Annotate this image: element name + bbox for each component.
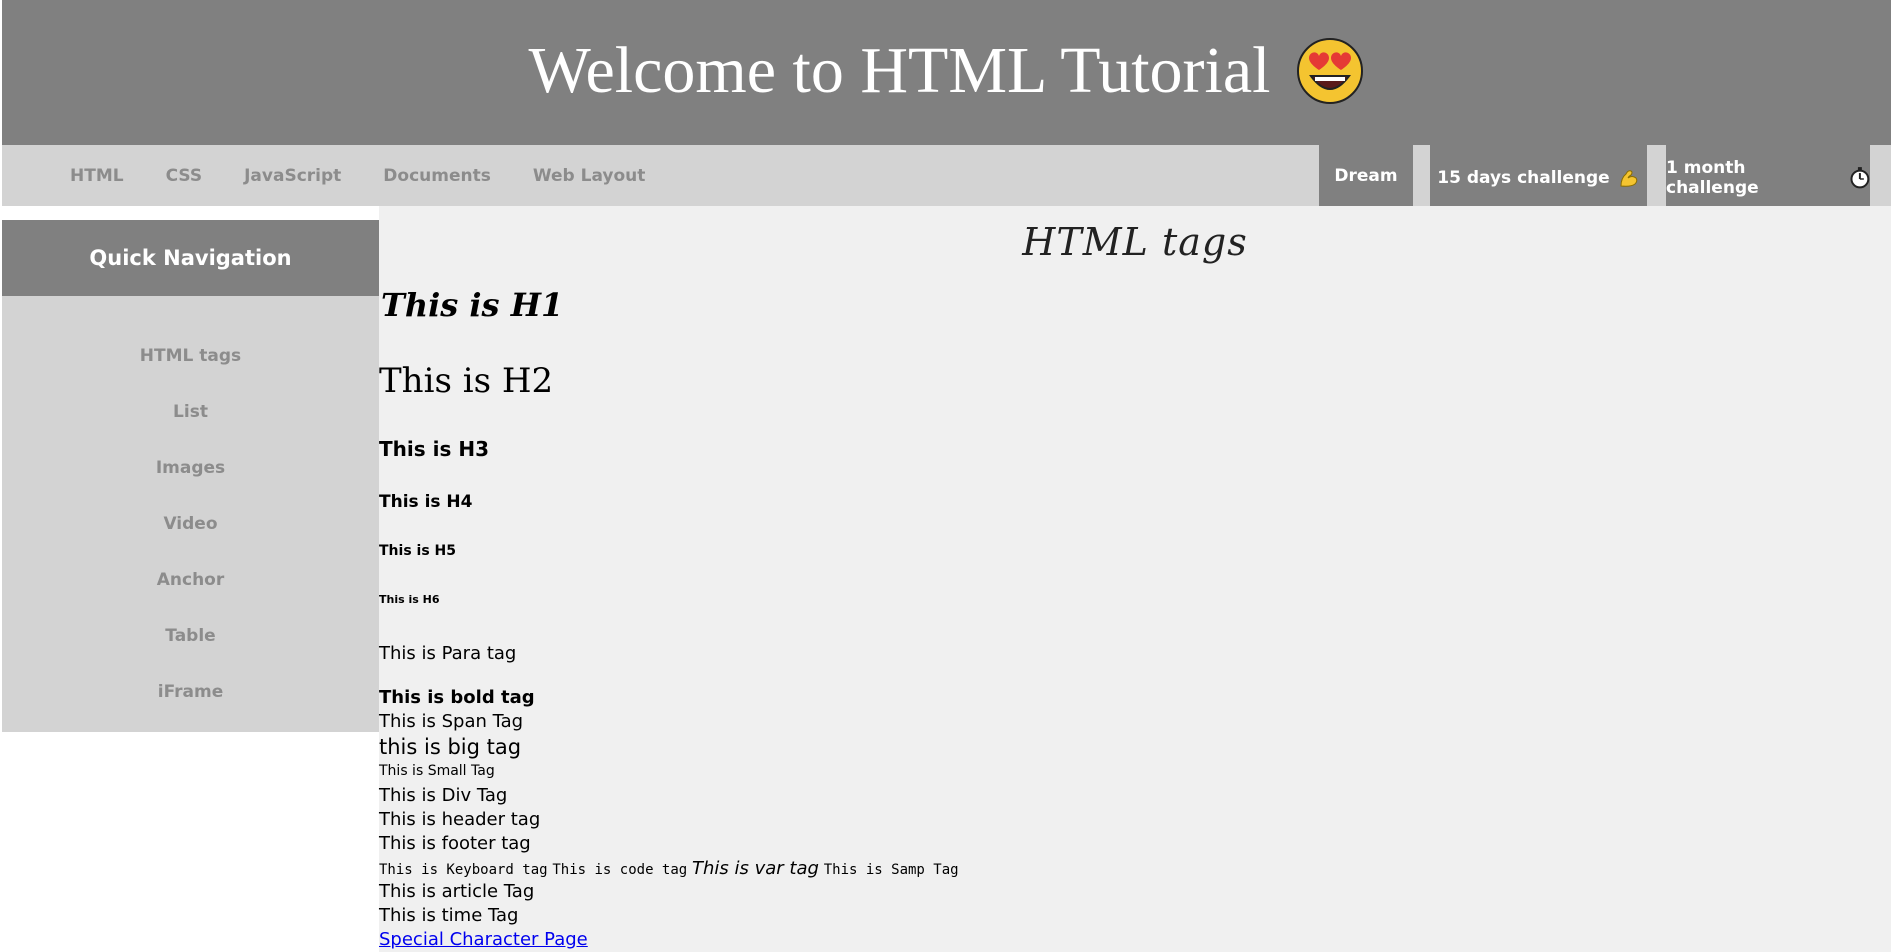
- article-text: This is article Tag: [379, 881, 535, 902]
- dream-button-label: Dream: [1334, 165, 1398, 186]
- div-text: This is Div Tag: [379, 785, 508, 806]
- main-content: HTML tags This is H1 This is H2 This is …: [379, 206, 1891, 952]
- var-text: This is var tag: [692, 858, 819, 879]
- sidebar-item-anchor[interactable]: Anchor: [2, 552, 379, 608]
- page-header: Welcome to HTML Tutorial: [2, 0, 1891, 145]
- nav-link-css[interactable]: CSS: [166, 166, 203, 186]
- section-title: HTML tags: [1022, 220, 1248, 264]
- inline-tags-line: This is Keyboard tag This is code tag Th…: [379, 858, 959, 879]
- header-tag-text: This is header tag: [379, 809, 541, 830]
- heading-h4: This is H4: [379, 492, 473, 512]
- special-character-page-link[interactable]: Special Character Page: [379, 929, 588, 950]
- sidebar-item-images[interactable]: Images: [2, 440, 379, 496]
- quick-navigation-sidebar: Quick Navigation HTML tags List Images V…: [2, 220, 379, 732]
- footer-tag-text: This is footer tag: [379, 833, 531, 854]
- nav-link-javascript[interactable]: JavaScript: [244, 166, 341, 186]
- nav-link-web-layout[interactable]: Web Layout: [533, 166, 646, 186]
- sidebar-list: HTML tags List Images Video Anchor Table…: [2, 328, 379, 720]
- 15-days-challenge-label: 15 days challenge: [1437, 167, 1610, 188]
- stopwatch-icon: [1850, 166, 1870, 188]
- time-text: This is time Tag: [379, 905, 519, 926]
- 1-month-challenge-button[interactable]: 1 month challenge: [1666, 145, 1870, 210]
- sidebar-item-html-tags[interactable]: HTML tags: [2, 328, 379, 384]
- dream-button[interactable]: Dream: [1319, 145, 1413, 206]
- sidebar-heading: Quick Navigation: [2, 220, 379, 296]
- samp-text: This is Samp Tag: [823, 862, 959, 878]
- nav-link-html[interactable]: HTML: [70, 166, 124, 186]
- flexed-biceps-icon: [1620, 169, 1638, 187]
- heading-h6: This is H6: [379, 593, 440, 606]
- para-text: This is Para tag: [379, 643, 517, 664]
- sidebar-item-list[interactable]: List: [2, 384, 379, 440]
- page-title: Welcome to HTML Tutorial: [528, 33, 1364, 109]
- nav-links: HTML CSS JavaScript Documents Web Layout: [70, 145, 645, 206]
- bold-text: This is bold tag: [379, 687, 535, 708]
- kbd-text: This is Keyboard tag: [379, 862, 548, 878]
- sidebar-item-table[interactable]: Table: [2, 608, 379, 664]
- heading-h5: This is H5: [379, 543, 456, 559]
- sidebar-item-iframe[interactable]: iFrame: [2, 664, 379, 720]
- heading-h3: This is H3: [379, 437, 489, 461]
- code-text: This is code tag: [552, 862, 688, 878]
- heart-eyes-emoji-icon: [1296, 37, 1363, 104]
- sidebar-item-video[interactable]: Video: [2, 496, 379, 552]
- big-text: this is big tag: [379, 735, 522, 759]
- 15-days-challenge-button[interactable]: 15 days challenge: [1430, 145, 1647, 210]
- 1-month-challenge-label: 1 month challenge: [1666, 157, 1759, 198]
- nav-link-documents[interactable]: Documents: [383, 166, 491, 186]
- span-text: This is Span Tag: [379, 711, 524, 732]
- heading-h2: This is H2: [379, 361, 554, 401]
- page-title-text: Welcome to HTML Tutorial: [528, 33, 1271, 107]
- small-text: This is Small Tag: [379, 763, 495, 779]
- heading-h1: This is H1: [381, 286, 564, 324]
